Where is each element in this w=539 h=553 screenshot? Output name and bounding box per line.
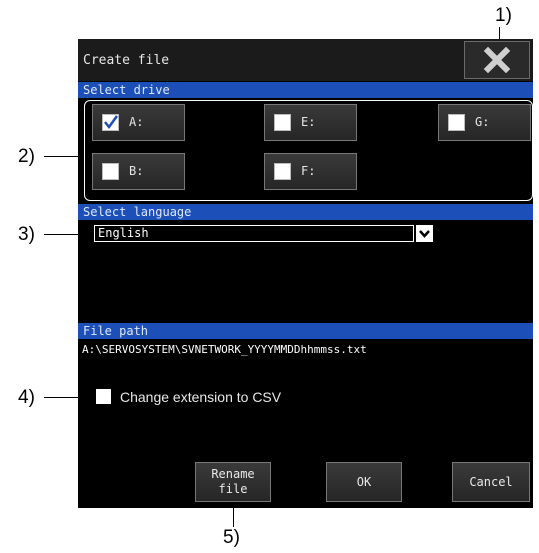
csv-option-label: Change extension to CSV: [120, 389, 282, 405]
select-language-header: Select language: [78, 204, 533, 220]
select-drive-header: Select drive: [78, 82, 533, 98]
rename-label-line2: file: [218, 482, 248, 496]
callout-2: 2): [18, 146, 35, 167]
callout-1: 1): [495, 5, 512, 26]
rename-label-line1: Rename: [211, 467, 255, 481]
close-button[interactable]: [464, 41, 530, 79]
callout-3: 3): [18, 224, 35, 245]
language-dropdown-button[interactable]: [416, 225, 433, 242]
ok-label: OK: [356, 475, 372, 489]
file-path-header: File path: [78, 323, 533, 339]
chevron-down-icon: [419, 230, 430, 238]
language-select[interactable]: English: [94, 225, 414, 242]
cancel-label: Cancel: [469, 475, 513, 489]
csv-checkbox[interactable]: [96, 389, 111, 404]
dialog-title: Create file: [83, 53, 170, 68]
callout-5: 5): [223, 527, 240, 548]
cancel-button[interactable]: Cancel: [452, 462, 530, 502]
file-path-value: A:\SERVOSYSTEM\SVNETWORK_YYYYMMDDhhmmss.…: [82, 343, 367, 356]
callout-4: 4): [18, 387, 35, 408]
drive-selection-frame: [84, 100, 533, 201]
callout-5-leader: [233, 505, 234, 527]
rename-file-button[interactable]: Rename file: [195, 462, 271, 502]
ok-button[interactable]: OK: [326, 462, 402, 502]
close-x-icon: [483, 46, 511, 74]
